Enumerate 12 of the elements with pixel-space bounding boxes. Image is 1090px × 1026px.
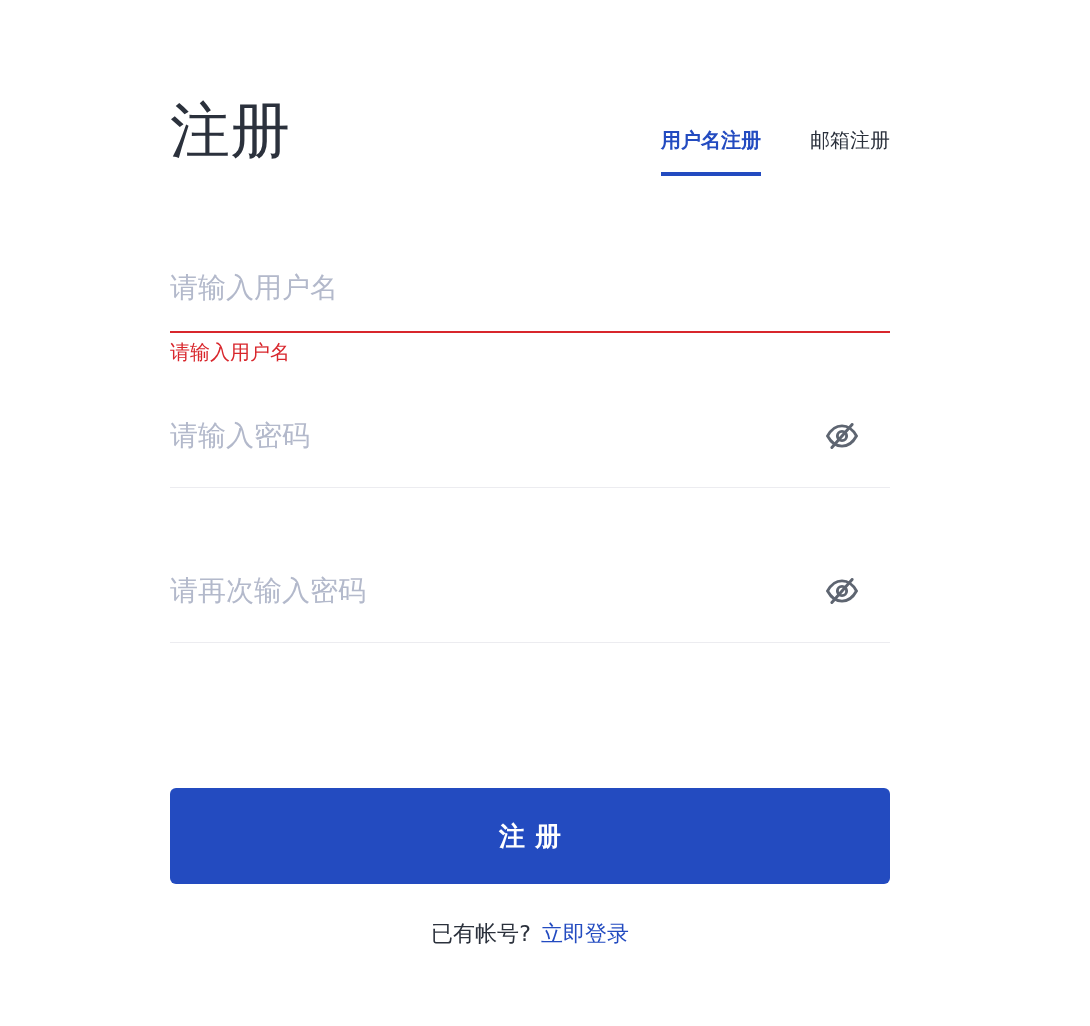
password-field[interactable]: 请再次输入密码: [170, 554, 890, 643]
username-field[interactable]: 请输入用户名: [170, 251, 890, 333]
footer-text: 已有帐号?: [431, 920, 531, 948]
page-title: 注册: [170, 95, 290, 165]
register-button[interactable]: 注 册: [170, 788, 890, 884]
login-link[interactable]: 立即登录: [540, 919, 629, 949]
tab[interactable]: 邮箱注册: [810, 126, 890, 176]
tab[interactable]: 用户名注册: [661, 126, 761, 176]
eye-slash-icon[interactable]: [826, 578, 858, 604]
error-message: 请输入用户名: [170, 339, 290, 366]
eye-slash-icon[interactable]: [826, 423, 858, 449]
password-field[interactable]: 请输入密码: [170, 399, 890, 488]
